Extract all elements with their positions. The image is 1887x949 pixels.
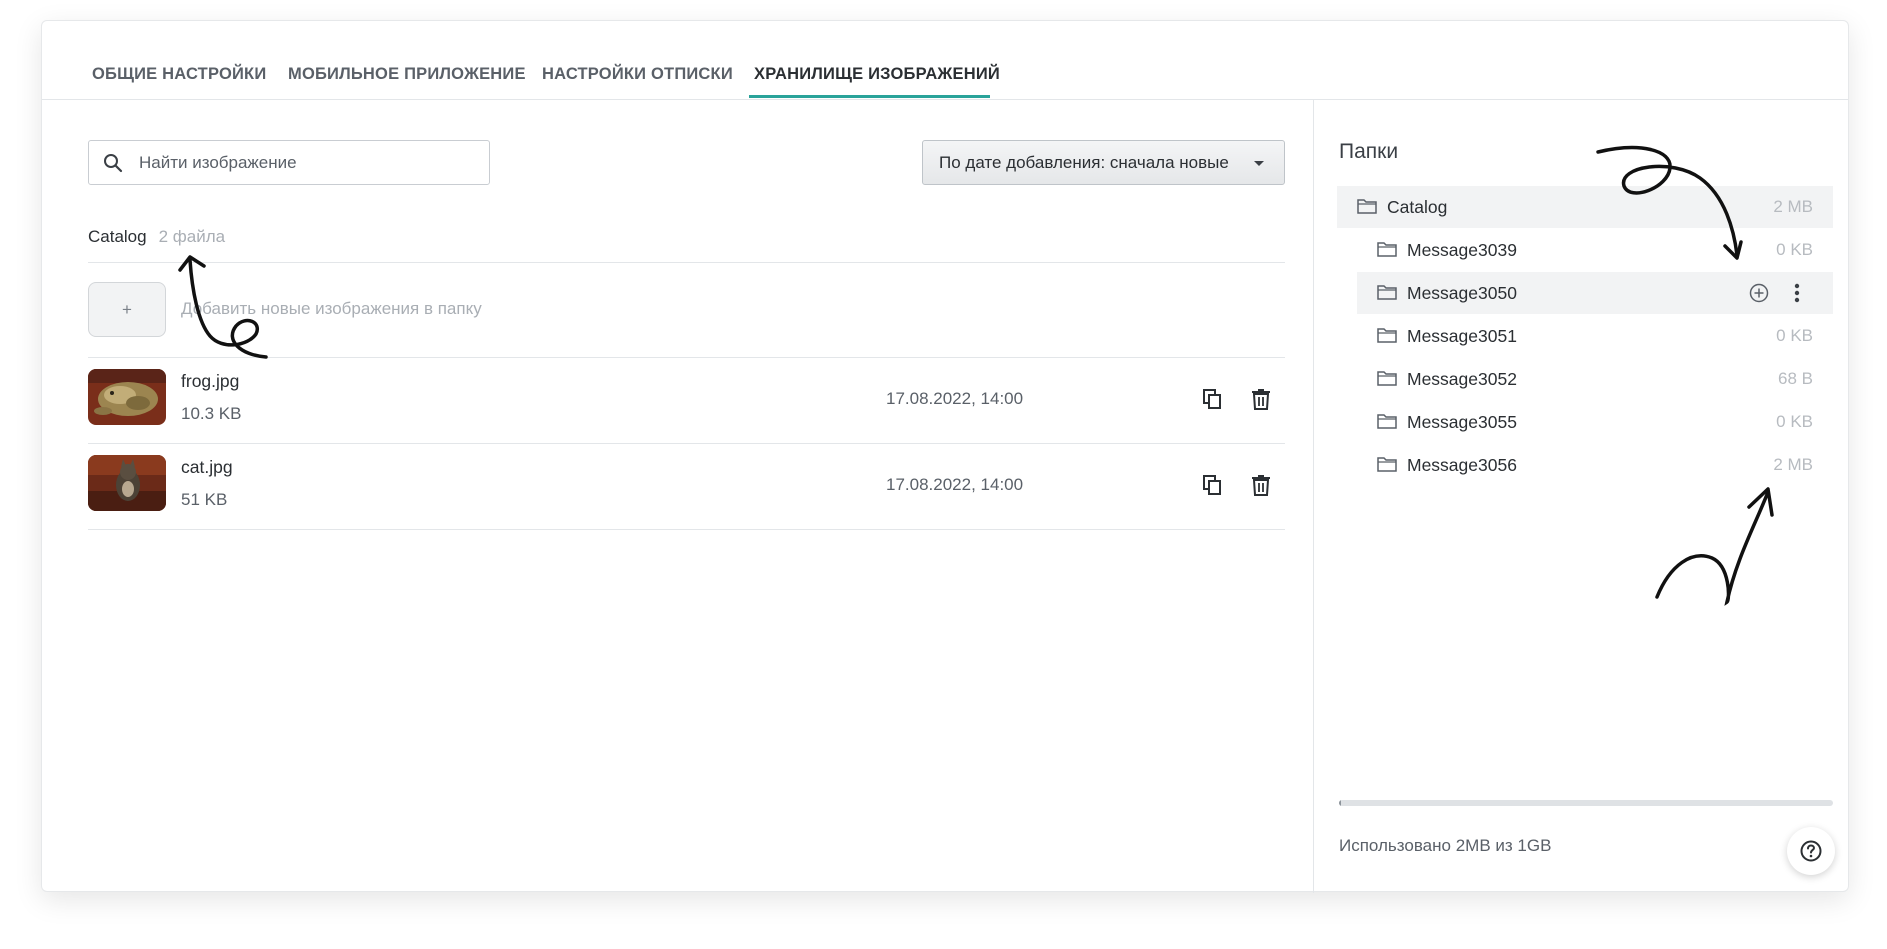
search-icon [104, 154, 123, 173]
folder-icon [1377, 371, 1397, 386]
file-size: 51 KB [181, 490, 228, 509]
more-options-icon[interactable] [1791, 282, 1803, 304]
copy-icon[interactable] [1200, 387, 1224, 411]
folder-name[interactable]: Catalog [1387, 197, 1447, 218]
file-date: 17.08.2022, 14:00 [886, 475, 1024, 494]
folder-icon [1357, 199, 1377, 214]
folder-item-message3050[interactable]: Message3050 [1357, 272, 1833, 314]
folder-size: 0 KB [1776, 412, 1813, 431]
folder-item-message3052[interactable]: Message3052 68 B [1357, 358, 1833, 400]
folder-size: 2 MB [1773, 455, 1813, 474]
help-button[interactable] [1787, 827, 1835, 875]
storage-usage-text: Использовано 2MB из 1GB [1339, 836, 1552, 855]
tab-general-settings[interactable]: ОБЩИЕ НАСТРОЙКИ [92, 65, 266, 84]
tab-image-storage[interactable]: ХРАНИЛИЩЕ ИЗОБРАЖЕНИЙ [754, 65, 1000, 84]
divider [88, 262, 1285, 263]
file-row[interactable]: cat.jpg 51 KB 17.08.2022, 14:00 [88, 443, 1285, 529]
file-row[interactable]: frog.jpg 10.3 KB 17.08.2022, 14:00 [88, 357, 1285, 443]
cat-thumbnail[interactable] [88, 455, 166, 511]
folder-size: 68 B [1778, 369, 1813, 388]
folder-icon [1377, 242, 1397, 257]
folder-name[interactable]: Message3050 [1407, 283, 1517, 304]
caret-down-icon [1254, 161, 1264, 166]
file-size: 10.3 KB [181, 404, 242, 423]
folder-name[interactable]: Message3039 [1407, 240, 1517, 261]
folder-item-message3039[interactable]: Message3039 0 KB [1357, 229, 1833, 271]
current-folder-name: Catalog [88, 227, 147, 246]
folder-item-message3055[interactable]: Message3055 0 KB [1357, 401, 1833, 443]
folder-name[interactable]: Message3056 [1407, 455, 1517, 476]
file-name[interactable]: frog.jpg [181, 371, 239, 392]
tab-mobile-app[interactable]: МОБИЛЬНОЕ ПРИЛОЖЕНИЕ [288, 65, 526, 84]
folders-title: Папки [1339, 140, 1399, 163]
folder-item-message3056[interactable]: Message3056 2 MB [1357, 444, 1833, 486]
panel-divider [1313, 100, 1314, 893]
file-name[interactable]: cat.jpg [181, 457, 233, 478]
trash-icon[interactable] [1249, 387, 1273, 411]
folder-icon [1377, 328, 1397, 343]
add-images-button[interactable]: + [88, 282, 166, 337]
copy-icon[interactable] [1200, 473, 1224, 497]
current-folder-heading: Catalog 2 файла [88, 227, 225, 247]
search-box[interactable] [88, 140, 490, 185]
active-tab-indicator [749, 95, 990, 98]
settings-card: ОБЩИЕ НАСТРОЙКИ МОБИЛЬНОЕ ПРИЛОЖЕНИЕ НАС… [41, 20, 1849, 893]
help-icon [1800, 840, 1822, 862]
storage-usage-fill [1339, 800, 1341, 806]
trash-icon[interactable] [1249, 473, 1273, 497]
folder-icon [1377, 285, 1397, 300]
folder-item-catalog[interactable]: Catalog 2 MB [1337, 186, 1833, 228]
folder-name[interactable]: Message3055 [1407, 412, 1517, 433]
search-input[interactable] [139, 141, 479, 184]
folder-size: 2 MB [1773, 197, 1813, 216]
current-folder-file-count: 2 файла [158, 227, 226, 246]
folder-icon [1377, 457, 1397, 472]
tab-bar: ОБЩИЕ НАСТРОЙКИ МОБИЛЬНОЕ ПРИЛОЖЕНИЕ НАС… [42, 21, 1848, 100]
tab-unsubscribe-settings[interactable]: НАСТРОЙКИ ОТПИСКИ [542, 65, 733, 84]
folder-name[interactable]: Message3051 [1407, 326, 1517, 347]
folder-size: 0 KB [1776, 326, 1813, 345]
add-images-link[interactable]: Добавить новые изображения в папку [181, 299, 482, 319]
storage-usage-bar [1339, 800, 1833, 806]
divider [88, 529, 1285, 530]
sort-selected-label: По дате добавления: сначала новые [939, 153, 1229, 172]
folder-item-message3051[interactable]: Message3051 0 KB [1357, 315, 1833, 357]
sort-dropdown[interactable]: По дате добавления: сначала новые [922, 140, 1285, 185]
add-subfolder-icon[interactable] [1749, 283, 1769, 303]
folder-icon [1377, 414, 1397, 429]
file-date: 17.08.2022, 14:00 [886, 389, 1024, 408]
frog-thumbnail[interactable] [88, 369, 166, 425]
folder-name[interactable]: Message3052 [1407, 369, 1517, 390]
folder-size: 0 KB [1776, 240, 1813, 259]
